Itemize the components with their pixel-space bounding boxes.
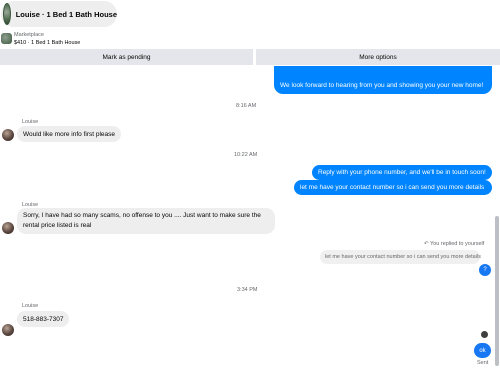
scroll-thumb[interactable] [495,216,499,366]
marketplace-listing[interactable]: Marketplace $410 · 1 Bed 1 Bath House [0,31,200,49]
message-out: ok [474,343,491,358]
quoted-message[interactable]: let me have your contact number so i can… [320,250,481,264]
mark-as-pending-button[interactable]: Mark as pending [0,49,253,65]
message-text: ok [479,347,486,354]
message-text: Would like more info first please [23,130,116,138]
scrollbar[interactable] [494,66,500,370]
message-in: 518-883-7307 [17,311,70,327]
conversation-title-button[interactable]: Louise · 1 Bed 1 Bath House [1,1,117,27]
more-options-button[interactable]: More options [256,49,500,65]
message-out: We look forward to hearing from you and … [274,66,492,94]
seen-avatar [481,331,488,338]
message-text: Sorry, I have had so many scams, no offe… [23,212,261,229]
reply-arrow-icon: ↶ [424,241,429,247]
message-in: Sorry, I have had so many scams, no offe… [17,208,275,234]
sender-name: Louise [22,303,39,309]
message-in: Would like more info first please [17,126,122,142]
reply-label: You replied to yourself [430,241,485,247]
message-out: Reply with your phone number, and we'll … [312,165,492,180]
message-text: Reply with your phone number, and we'll … [318,169,486,176]
listing-summary: $410 · 1 Bed 1 Bath House [14,40,81,46]
message-text: let me have your contact number so i can… [300,184,485,191]
sender-name: Louise [22,119,39,125]
message-out: let me have your contact number so i can… [294,180,492,195]
timestamp: 10:22 AM [234,152,258,158]
avatar[interactable] [2,222,14,234]
avatar[interactable] [2,324,14,336]
message-text: We look forward to hearing from you and … [280,82,484,89]
message-out: ? [479,264,491,276]
marketplace-label: Marketplace [14,32,44,38]
quoted-text: let me have your contact number so i can… [325,254,481,260]
timestamp: 8:16 AM [236,103,257,109]
timestamp: 3:34 PM [237,287,258,293]
message-text: ? [483,267,487,273]
avatar[interactable] [2,129,14,141]
chat-header: Louise · 1 Bed 1 Bath House [0,0,500,30]
message-text: 518-883-7307 [23,315,64,323]
sent-status: Sent [477,360,489,366]
reply-indicator: ↶ You replied to yourself [424,241,484,247]
listing-avatar [3,3,11,25]
listing-thumbnail [1,33,12,44]
conversation-title: Louise · 1 Bed 1 Bath House [15,9,117,19]
